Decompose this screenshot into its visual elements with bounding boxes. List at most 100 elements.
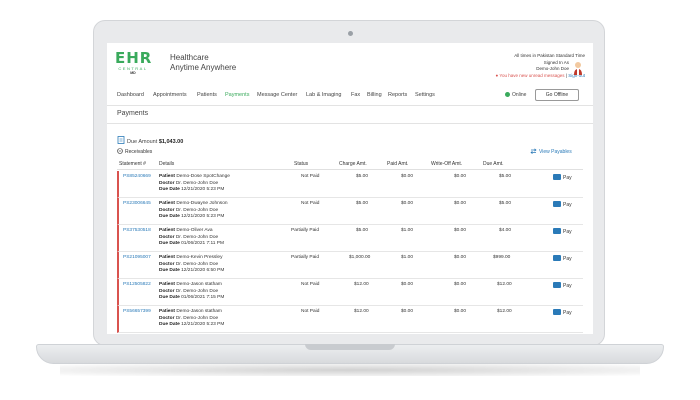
due-date-value: 01/06/2021 7:15 PM xyxy=(181,295,225,301)
statement-link[interactable]: PS56657399 xyxy=(123,309,151,316)
due-date-value: 12/21/2020 6:50 PM xyxy=(181,268,225,274)
due-amount: Due Amount $1,043.00 xyxy=(117,136,183,145)
due-amount-cell: $12.00 xyxy=(497,309,512,314)
pay-button[interactable]: Pay xyxy=(553,174,572,181)
patient-name: Demo-Jason statham xyxy=(176,282,222,287)
pay-button[interactable]: Pay xyxy=(553,255,572,262)
writeoff-amount: $0.00 xyxy=(454,228,467,233)
charge-amount: $5.00 xyxy=(356,228,369,233)
nav-fax[interactable]: Fax xyxy=(351,92,360,98)
due-date-value: 01/06/2021 7:11 PM xyxy=(181,241,224,247)
col-details: Details xyxy=(159,161,175,167)
patient-name: Demo-Jason statham xyxy=(176,309,222,314)
receivables-label: Receivables xyxy=(125,149,153,155)
page-title: Payments xyxy=(117,110,149,117)
paid-amount: $1.00 xyxy=(401,255,414,260)
nav-appointments[interactable]: Appointments xyxy=(153,92,187,98)
patient-label: Patient xyxy=(159,228,175,233)
paid-amount: $0.00 xyxy=(401,282,414,287)
pay-button[interactable]: Pay xyxy=(553,228,572,235)
view-payables-link[interactable]: View Payables xyxy=(530,148,572,155)
nav-patients[interactable]: Patients xyxy=(197,92,217,98)
unread-messages-link[interactable]: ● You have new unread messages xyxy=(496,73,565,78)
pay-label: Pay xyxy=(563,256,572,262)
due-date-label: Due Date xyxy=(159,268,180,274)
receivables-toggle[interactable]: Receivables xyxy=(117,148,152,155)
statement-link[interactable]: PS37530518 xyxy=(123,228,151,235)
nav-message-center[interactable]: Message Center xyxy=(257,92,297,98)
writeoff-amount: $0.00 xyxy=(454,174,467,179)
statement-link[interactable]: PS21095007 xyxy=(123,255,151,262)
col-status: Status xyxy=(294,161,309,167)
writeoff-amount: $0.00 xyxy=(454,309,467,314)
stage: EHR CENTRAL MD Healthcare Anytime Anywhe… xyxy=(0,0,700,400)
nav-payments[interactable]: Payments xyxy=(225,92,249,98)
paid-amount: $1.00 xyxy=(401,228,414,233)
table-row: PS56657399 Patient Demo-Jason statham Do… xyxy=(117,306,583,333)
nav-reports[interactable]: Reports xyxy=(388,92,407,98)
patient-label: Patient xyxy=(159,201,175,206)
statement-link[interactable]: PS12505822 xyxy=(123,282,151,289)
due-date-value: 12/21/2020 5:23 PM xyxy=(181,214,225,220)
status-text: Partially Paid xyxy=(291,228,319,233)
row-details: Patient Demo-Jason statham Doctor Dr. De… xyxy=(159,282,224,302)
view-payables-label: View Payables xyxy=(539,149,572,155)
status-text: Not Paid xyxy=(301,309,320,314)
writeoff-amount: $0.00 xyxy=(454,255,467,260)
row-details: Patient Demo-Kevin Pressley Doctor Dr. D… xyxy=(159,255,224,275)
tagline-line1: Healthcare xyxy=(170,53,209,62)
status-text: Not Paid xyxy=(301,201,320,206)
status-text: Not Paid xyxy=(301,282,320,287)
due-amount-cell: $5.00 xyxy=(499,201,512,206)
charge-amount: $1,000.00 xyxy=(349,255,371,260)
nav-billing[interactable]: Billing xyxy=(367,92,382,98)
patient-label: Patient xyxy=(159,174,175,179)
paid-amount: $0.00 xyxy=(401,174,414,179)
patient-name: Demo-Dwayne Johnson xyxy=(176,201,228,206)
statement-link[interactable]: PS85240669 xyxy=(123,174,151,181)
due-date-label: Due Date xyxy=(159,295,180,301)
online-label: Online xyxy=(512,92,527,98)
patient-name: Demo-Kevin Pressley xyxy=(176,255,223,260)
doctor-label: Doctor xyxy=(159,288,175,294)
col-statement: Statement # xyxy=(119,161,146,167)
tagline: Healthcare Anytime Anywhere xyxy=(170,53,236,73)
credit-card-icon xyxy=(553,174,561,180)
app-header: EHR CENTRAL MD Healthcare Anytime Anywhe… xyxy=(107,43,593,85)
writeoff-amount: $0.00 xyxy=(454,282,467,287)
brand-logo[interactable]: EHR CENTRAL MD xyxy=(115,51,151,81)
patient-name: Demo-Dose SpotChange xyxy=(176,174,230,179)
user-info: All times in Pakistan Standard Time Sign… xyxy=(425,53,586,79)
doctor-label: Doctor xyxy=(159,315,175,321)
pay-label: Pay xyxy=(563,310,572,316)
status-text: Not Paid xyxy=(301,174,320,179)
patient-label: Patient xyxy=(159,255,175,260)
col-due: Due Amt. xyxy=(483,161,504,167)
due-date-value: 12/21/2020 5:23 PM xyxy=(181,187,225,193)
unread-messages-text: You have new unread messages xyxy=(499,72,565,78)
credit-card-icon xyxy=(553,282,561,288)
doctor-label: Doctor xyxy=(159,261,175,267)
tagline-line2: Anytime Anywhere xyxy=(170,63,237,72)
app-screen: EHR CENTRAL MD Healthcare Anytime Anywhe… xyxy=(107,43,593,334)
pay-button[interactable]: Pay xyxy=(553,309,572,316)
due-date-value: 12/21/2020 5:23 PM xyxy=(181,322,225,328)
doctor-name: Dr. Demo-John Doe xyxy=(175,180,219,186)
pay-button[interactable]: Pay xyxy=(553,282,572,289)
credit-card-icon xyxy=(553,201,561,207)
doctor-name: Dr. Demo-John Doe xyxy=(175,207,219,213)
avatar[interactable] xyxy=(573,61,583,75)
due-amount-value: $1,043.00 xyxy=(158,139,184,145)
row-details: Patient Demo-Dose SpotChange Doctor Dr. … xyxy=(159,174,230,194)
charge-amount: $12.00 xyxy=(354,282,369,287)
nav-dashboard[interactable]: Dashboard xyxy=(117,92,144,98)
due-amount-cell: $999.00 xyxy=(493,255,511,260)
statement-link[interactable]: PS23006645 xyxy=(123,201,151,208)
go-offline-button[interactable]: Go Offline xyxy=(535,89,579,101)
nav-lab-imaging[interactable]: Lab & Imaging xyxy=(306,92,341,98)
due-amount-cell: $4.00 xyxy=(499,228,512,233)
pay-button[interactable]: Pay xyxy=(553,201,572,208)
nav-settings[interactable]: Settings xyxy=(415,92,435,98)
table-row: PS21095007 Patient Demo-Kevin Pressley D… xyxy=(117,252,583,279)
status-text: Partially Paid xyxy=(291,255,319,260)
